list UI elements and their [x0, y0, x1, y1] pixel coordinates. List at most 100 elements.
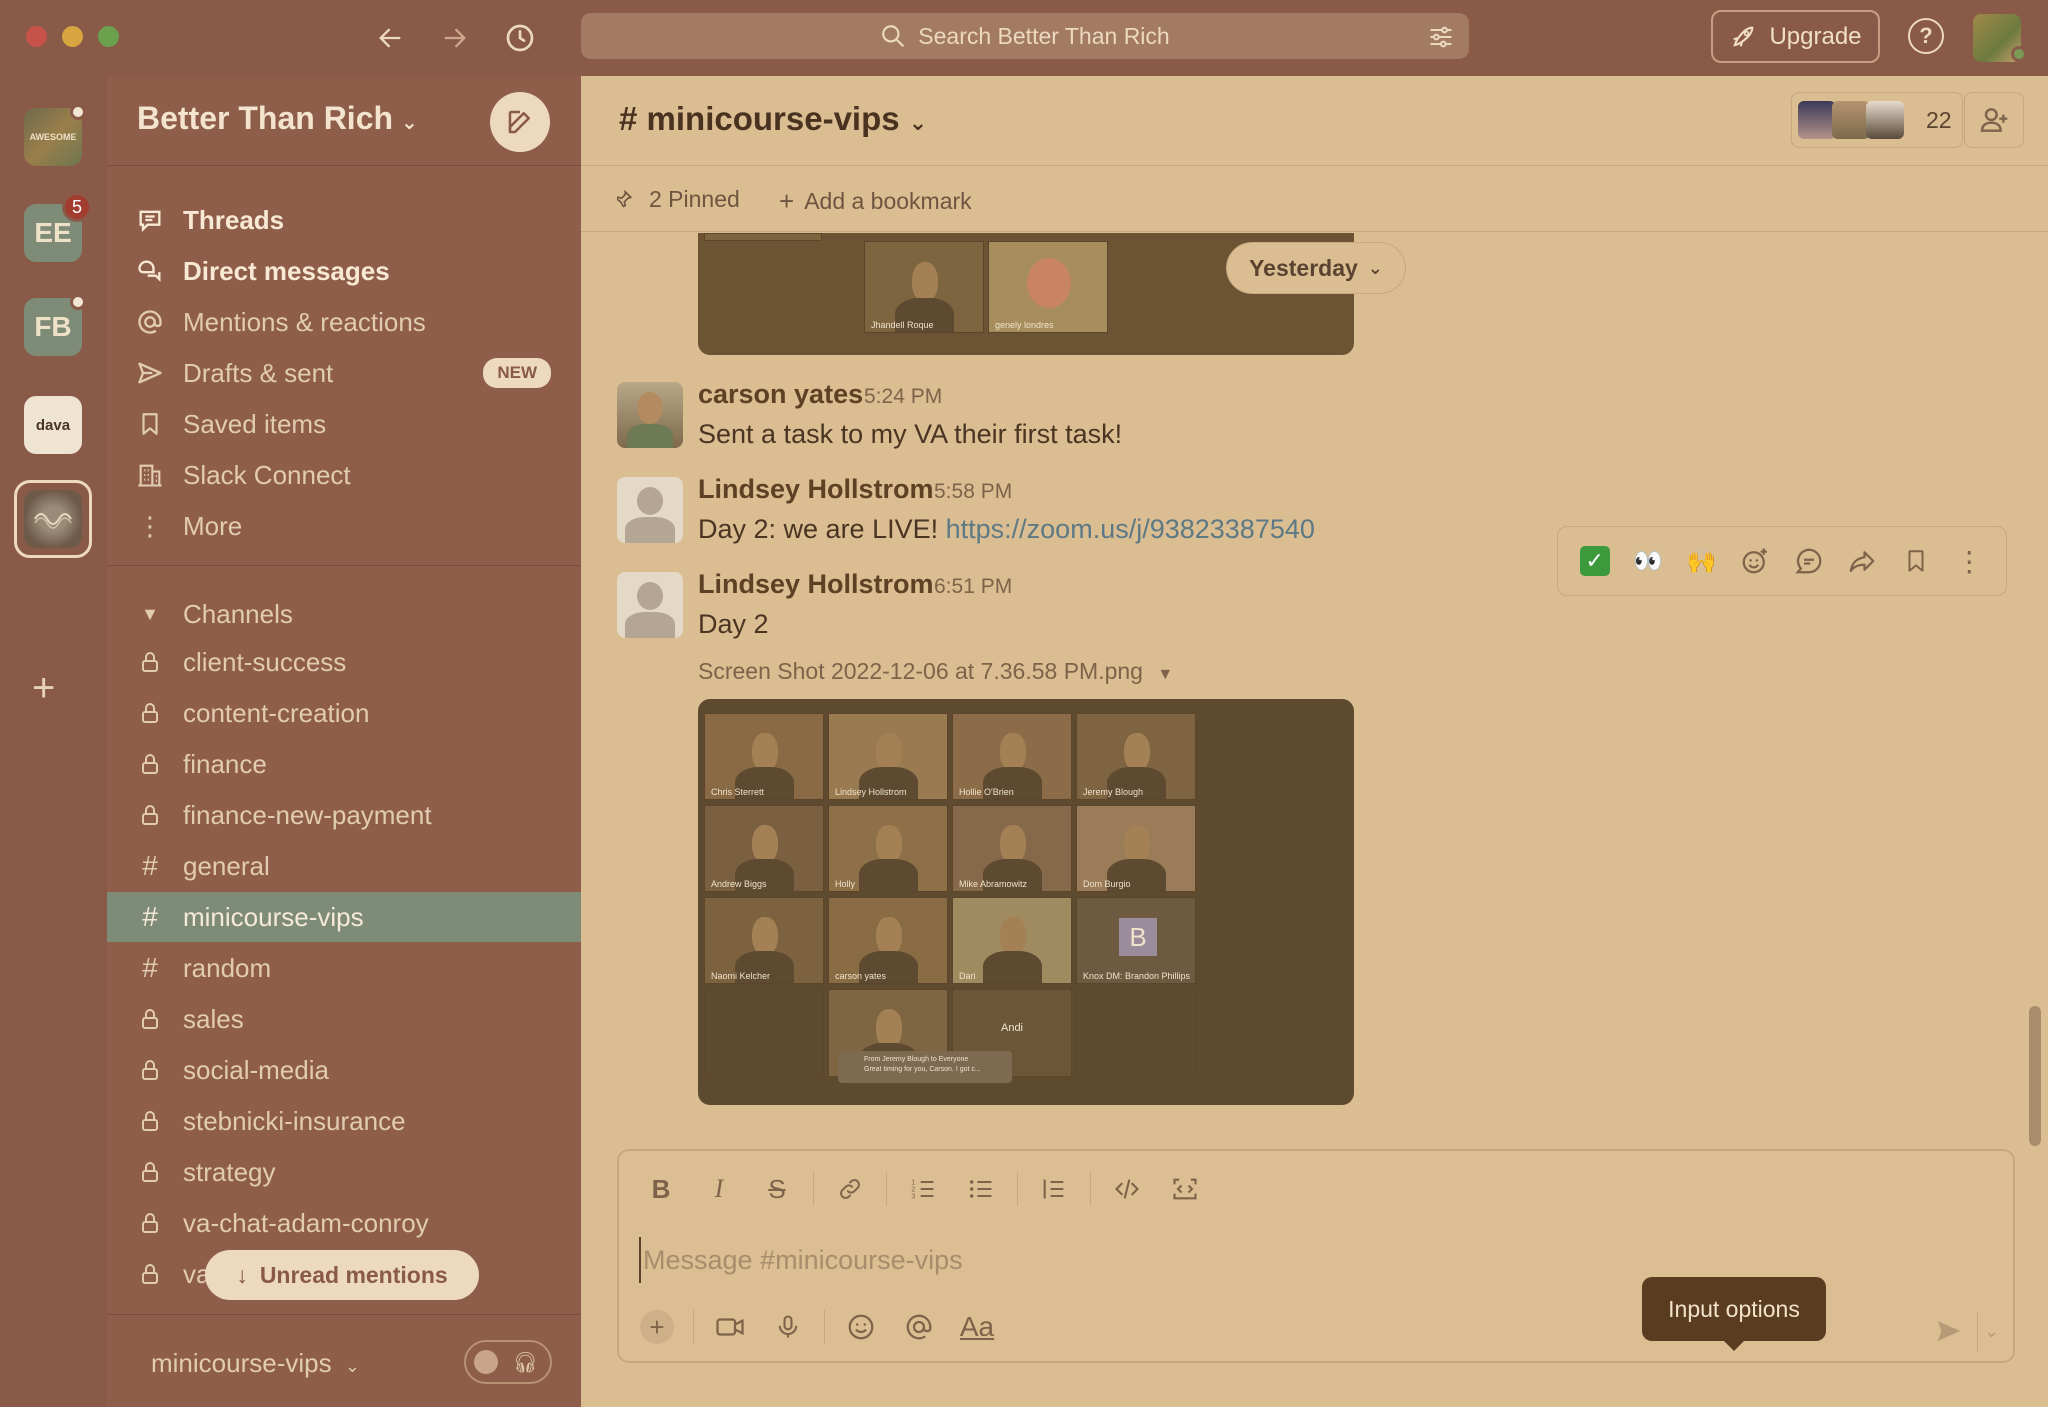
toggle-knob: [474, 1350, 498, 1374]
message-timestamp[interactable]: 5:58 PM: [934, 480, 1012, 504]
scrollbar[interactable]: [2029, 1006, 2041, 1146]
compose-icon: [508, 110, 530, 134]
video-tile: Lindsey Hollstrom: [828, 713, 948, 800]
file-name-toggle[interactable]: Screen Shot 2022-12-06 at 7.36.58 PM.png…: [698, 658, 1173, 685]
channel-name: random: [183, 952, 272, 983]
upgrade-button[interactable]: Upgrade: [1711, 10, 1880, 63]
huddle-toggle[interactable]: 🎧︎: [464, 1340, 552, 1384]
message-timestamp[interactable]: 6:51 PM: [934, 575, 1012, 599]
channel-item-va-chat-adam-conroy[interactable]: va-chat-adam-conroy: [107, 1198, 581, 1248]
nav-threads[interactable]: Threads: [107, 197, 581, 243]
emoji-button[interactable]: [839, 1305, 883, 1349]
channel-item-random[interactable]: # random: [107, 943, 581, 993]
reply-thread-button[interactable]: [1789, 541, 1829, 581]
message-author[interactable]: Lindsey Hollstrom: [698, 474, 934, 505]
send-options-button[interactable]: ⌄: [1977, 1311, 2005, 1351]
add-emoji-icon: [1742, 548, 1768, 574]
channel-title-button[interactable]: # minicourse-vips ⌄: [619, 100, 927, 138]
channel-item-general[interactable]: # general: [107, 841, 581, 891]
ordered-list-button[interactable]: 123: [901, 1167, 945, 1211]
new-badge: NEW: [483, 358, 551, 388]
pinned-button[interactable]: 2 Pinned: [617, 186, 740, 213]
send-button[interactable]: [1929, 1311, 1969, 1351]
nav-slack-connect[interactable]: Slack Connect: [107, 452, 581, 498]
video-tile: Dom Burgio: [1076, 805, 1196, 892]
nav-mentions-reactions[interactable]: Mentions & reactions: [107, 299, 581, 345]
message-author[interactable]: Lindsey Hollstrom: [698, 569, 934, 600]
huddle-channel-select[interactable]: minicourse-vips ⌄: [151, 1348, 360, 1379]
channels-section-header[interactable]: ▼ Channels: [107, 591, 581, 637]
back-button[interactable]: [368, 16, 412, 60]
eyes-reaction-button[interactable]: 👀: [1628, 541, 1668, 581]
hash-icon: #: [619, 100, 638, 137]
add-reaction-button[interactable]: [1735, 541, 1775, 581]
arrow-down-icon: ↓: [236, 1261, 248, 1288]
help-button[interactable]: ?: [1908, 18, 1944, 54]
channel-name: va-chat-adam-conroy: [183, 1207, 429, 1238]
workspace-dava[interactable]: dava: [24, 396, 82, 454]
strikethrough-button[interactable]: S: [755, 1167, 799, 1211]
nav-more[interactable]: ⋮ More: [107, 503, 581, 549]
add-member-button[interactable]: [1964, 92, 2024, 148]
tile-initial-letter: B: [1119, 918, 1157, 956]
date-divider-button[interactable]: Yesterday ⌄: [1226, 242, 1406, 294]
italic-button[interactable]: I: [697, 1167, 741, 1211]
channel-item-content-creation[interactable]: content-creation: [107, 688, 581, 738]
nav-direct-messages[interactable]: Direct messages: [107, 248, 581, 294]
blockquote-button[interactable]: [1032, 1167, 1076, 1211]
zoom-link[interactable]: https://zoom.us/j/93823387540: [946, 514, 1315, 544]
mention-button[interactable]: [897, 1305, 941, 1349]
tile-name: Dom Burgio: [1083, 879, 1131, 889]
workspace-name-button[interactable]: Better Than Rich ⌄: [137, 100, 418, 137]
author-avatar[interactable]: [617, 477, 683, 543]
author-avatar[interactable]: [617, 572, 683, 638]
nav-saved-items[interactable]: Saved items: [107, 401, 581, 447]
bold-button[interactable]: B: [639, 1167, 683, 1211]
minimize-window-button[interactable]: [62, 26, 83, 47]
nav-drafts-sent[interactable]: Drafts & sent NEW: [107, 350, 581, 396]
link-button[interactable]: [828, 1167, 872, 1211]
save-message-button[interactable]: [1896, 541, 1936, 581]
record-audio-button[interactable]: [766, 1305, 810, 1349]
add-workspace-icon[interactable]: +: [32, 668, 55, 708]
message-author[interactable]: carson yates: [698, 379, 863, 410]
forward-button[interactable]: [433, 16, 477, 60]
channel-item-stebnicki-insurance[interactable]: stebnicki-insurance: [107, 1096, 581, 1146]
bulleted-list-button[interactable]: [959, 1167, 1003, 1211]
pin-icon: [617, 189, 633, 207]
history-button[interactable]: [498, 16, 542, 60]
channel-item-client-success[interactable]: client-success: [107, 637, 581, 687]
nav-slack-connect-label: Slack Connect: [183, 459, 351, 490]
channel-item-minicourse-vips[interactable]: # minicourse-vips: [107, 892, 581, 942]
maximize-window-button[interactable]: [98, 26, 119, 47]
channel-item-finance-new-payment[interactable]: finance-new-payment: [107, 790, 581, 840]
direct-messages-icon: [135, 257, 165, 285]
record-video-button[interactable]: [708, 1305, 752, 1349]
attach-button[interactable]: +: [635, 1305, 679, 1349]
channel-item-finance[interactable]: finance: [107, 739, 581, 789]
members-button[interactable]: 22: [1791, 92, 1963, 148]
image-attachment[interactable]: Chris Sterrett Lindsey Hollstrom Hollie O'…: [698, 699, 1354, 1105]
add-bookmark-button[interactable]: + Add a bookmark: [779, 186, 972, 217]
formatting-toggle-button[interactable]: Aa: [955, 1305, 999, 1349]
code-button[interactable]: [1105, 1167, 1149, 1211]
compose-button[interactable]: [490, 92, 550, 152]
code-block-button[interactable]: [1163, 1167, 1207, 1211]
raised-hands-reaction-button[interactable]: 🙌: [1682, 541, 1722, 581]
close-window-button[interactable]: [26, 26, 47, 47]
video-tile: Naomi Kelcher: [704, 897, 824, 984]
search-filter-icon[interactable]: [1427, 23, 1455, 51]
more-actions-button[interactable]: ⋮: [1949, 541, 1989, 581]
message-timestamp[interactable]: 5:24 PM: [864, 385, 942, 409]
channel-item-social-media[interactable]: social-media: [107, 1045, 581, 1095]
workspace-current[interactable]: [24, 490, 82, 548]
channel-item-strategy[interactable]: strategy: [107, 1147, 581, 1197]
channel-name: minicourse-vips: [183, 901, 364, 932]
search-bar[interactable]: Search Better Than Rich: [581, 13, 1469, 59]
author-avatar[interactable]: [617, 382, 683, 448]
unread-mentions-button[interactable]: ↓ Unread mentions: [205, 1250, 479, 1300]
channel-item-sales[interactable]: sales: [107, 994, 581, 1044]
share-message-button[interactable]: [1842, 541, 1882, 581]
checkmark-reaction-button[interactable]: ✓: [1575, 541, 1615, 581]
member-avatar: [1866, 101, 1904, 139]
